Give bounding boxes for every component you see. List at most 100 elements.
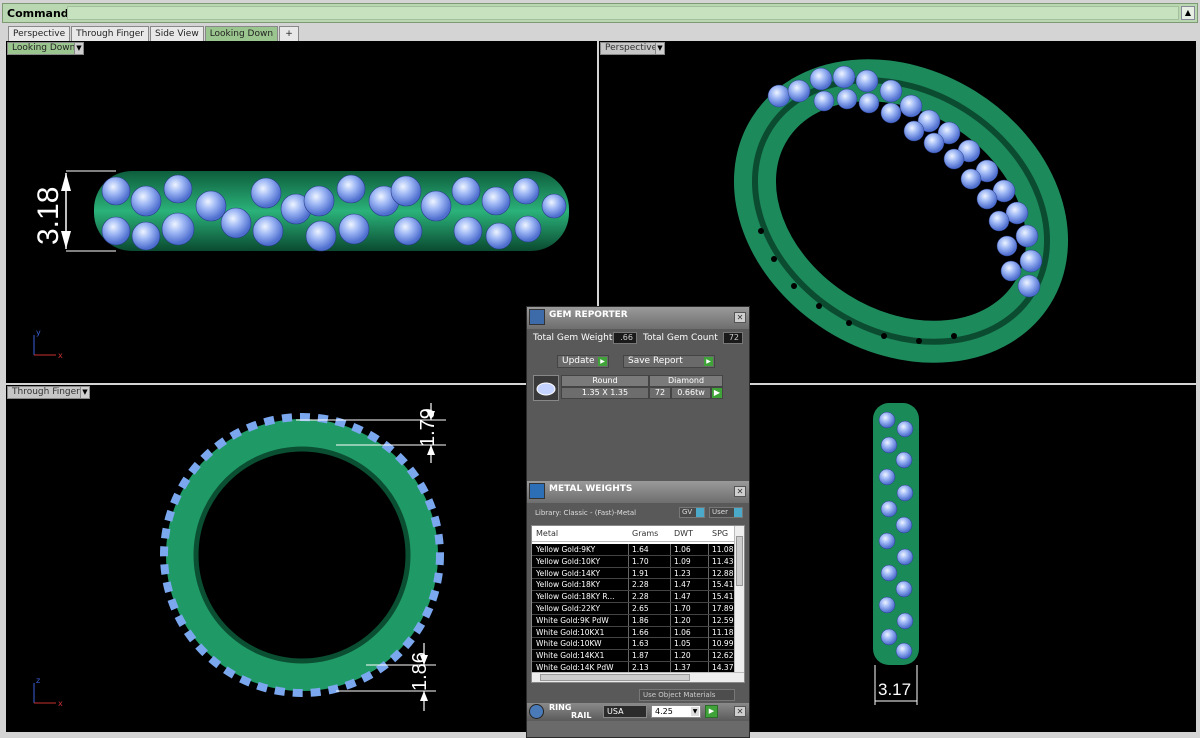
- axis-gizmo: z x: [33, 676, 63, 708]
- total-gem-weight-value: .66: [613, 332, 637, 344]
- table-cell: 1.47: [674, 580, 691, 590]
- table-cell: 1.20: [674, 615, 691, 625]
- viewport-label-looking-down[interactable]: Looking Down: [7, 42, 81, 55]
- flask-icon: [529, 483, 545, 499]
- table-cell: 1.23: [674, 568, 691, 578]
- viewport-through-finger[interactable]: 1.79 1.86 z x Through Finger ▼: [6, 385, 597, 732]
- table-cell: 11.08: [712, 545, 734, 554]
- viewport-menu-icon[interactable]: ▼: [74, 42, 84, 55]
- round-gem-icon: [533, 375, 559, 401]
- table-cell: 11.43: [712, 556, 734, 566]
- gem-entry: Round Diamond 1.35 X 1.35 72 0.66tw ▶: [533, 375, 745, 401]
- table-cell: Yellow Gold:10KY: [536, 556, 601, 566]
- table-cell: Yellow Gold:14KY: [536, 568, 601, 578]
- gem-material: Diamond: [649, 375, 723, 387]
- ring-top-view: 3.18 y x: [32, 170, 569, 360]
- table-cell: 12.88: [712, 568, 734, 578]
- table-cell: 1.91: [632, 568, 649, 578]
- close-icon[interactable]: ✕: [734, 486, 746, 497]
- metal-weights-title: METAL WEIGHTS: [549, 484, 633, 494]
- table-cell: 1.06: [674, 545, 691, 554]
- table-row[interactable]: Yellow Gold:18KY R... 2.28 1.47 15.41: [532, 591, 734, 603]
- table-cell: White Gold:9K PdW: [536, 615, 609, 625]
- gem-count: 72: [649, 387, 671, 399]
- metal-weights-table: Metal Grams DWT SPG Yellow Gold:9KY 1.64 1…: [531, 525, 745, 683]
- save-report-button[interactable]: Save Report ▶: [623, 355, 715, 368]
- viewport-label-through-finger[interactable]: Through Finger: [7, 386, 85, 399]
- app-window: Command: ▲ Perspective Through Finger Si…: [0, 0, 1200, 738]
- size-standard-select[interactable]: USA: [603, 705, 647, 718]
- close-icon[interactable]: ✕: [734, 312, 746, 323]
- table-row[interactable]: White Gold:14KX1 1.87 1.20 12.62: [532, 650, 734, 662]
- viewport-label-perspective[interactable]: Perspective: [600, 42, 663, 55]
- command-bar: Command: ▲: [2, 3, 1198, 23]
- table-cell: White Gold:14KX1: [536, 651, 605, 661]
- gem-reporter-header[interactable]: GEM REPORTER ✕: [527, 307, 749, 329]
- table-cell: 1.64: [632, 545, 649, 554]
- viewport-menu-icon[interactable]: ▼: [80, 386, 90, 399]
- table-header: Metal Grams DWT SPG: [532, 526, 744, 542]
- table-row[interactable]: Yellow Gold:14KY 1.91 1.23 12.88: [532, 567, 734, 580]
- metal-weights-header[interactable]: METAL WEIGHTS ✕: [527, 481, 749, 503]
- table-cell: 1.70: [632, 556, 649, 566]
- table-cell: Yellow Gold:22KY: [536, 603, 601, 613]
- tab-perspective[interactable]: Perspective: [8, 26, 71, 41]
- svg-text:z: z: [36, 676, 40, 685]
- table-cell: 10.99: [712, 639, 734, 649]
- table-cell: 1.47: [674, 592, 691, 602]
- axis-gizmo: y x: [33, 328, 63, 360]
- viewport-menu-icon[interactable]: ▼: [655, 42, 665, 55]
- command-scroll-icon[interactable]: ▲: [1181, 6, 1195, 20]
- tab-through-finger[interactable]: Through Finger: [71, 26, 149, 41]
- gem-size: 1.35 X 1.35: [561, 387, 649, 399]
- ring-rail-title-2: RAIL: [571, 711, 592, 720]
- gem-reporter-icon: [529, 309, 545, 325]
- ring-icon: [529, 704, 544, 719]
- dimension-3-17: 3.17: [878, 680, 911, 699]
- horizontal-scrollbar[interactable]: [532, 672, 744, 682]
- table-row[interactable]: White Gold:9K PdW 1.86 1.20 12.59: [532, 614, 734, 627]
- table-cell: 1.87: [632, 651, 649, 661]
- user-toggle[interactable]: User: [709, 507, 743, 518]
- svg-text:x: x: [58, 699, 63, 708]
- table-row[interactable]: White Gold:10KX1 1.66 1.06 11.18: [532, 626, 734, 639]
- ring-size-select[interactable]: 4.25 ▼: [651, 705, 701, 718]
- table-cell: 1.86: [632, 615, 649, 625]
- table-cell: 2.28: [632, 580, 649, 590]
- table-row[interactable]: Yellow Gold:10KY 1.70 1.09 11.43: [532, 555, 734, 568]
- gem-reporter-panel: GEM REPORTER ✕ Total Gem Weight .66 Tota…: [526, 306, 750, 738]
- table-cell: 2.65: [632, 603, 649, 613]
- ring-front-view: 1.79 1.86 z x: [33, 403, 446, 711]
- table-cell: 1.70: [674, 603, 691, 613]
- close-icon[interactable]: ✕: [734, 706, 746, 717]
- table-cell: Yellow Gold:18KY: [536, 580, 601, 590]
- table-cell: 1.06: [674, 627, 691, 637]
- command-input[interactable]: [67, 6, 1179, 20]
- gem-go-icon[interactable]: ▶: [711, 387, 723, 399]
- vertical-scrollbar[interactable]: [734, 526, 744, 672]
- viewport-tabs: Perspective Through Finger Side View Loo…: [8, 26, 300, 42]
- table-row[interactable]: Yellow Gold:22KY 2.65 1.70 17.89: [532, 602, 734, 615]
- viewport-looking-down[interactable]: 3.18 y x Looking Down ▼: [6, 41, 597, 383]
- gv-toggle[interactable]: GV: [679, 507, 705, 518]
- svg-text:y: y: [36, 328, 41, 337]
- table-row[interactable]: White Gold:10KW 1.63 1.05 10.99: [532, 638, 734, 651]
- update-button[interactable]: Update ▶: [557, 355, 609, 368]
- table-cell: Yellow Gold:9KY: [536, 545, 596, 554]
- table-row[interactable]: Yellow Gold:18KY 2.28 1.47 15.41: [532, 579, 734, 592]
- tab-side-view[interactable]: Side View: [150, 26, 204, 41]
- table-cell: 15.41: [712, 592, 734, 602]
- table-row[interactable]: Yellow Gold:9KY 1.64 1.06 11.08: [532, 544, 734, 556]
- panel-footer: [527, 721, 749, 737]
- add-tab-icon[interactable]: +: [279, 26, 300, 41]
- tab-looking-down[interactable]: Looking Down: [204, 26, 279, 41]
- dimension-1-79: 1.79: [417, 408, 439, 447]
- apply-size-button[interactable]: ▶: [705, 705, 718, 718]
- gem-weight: 0.66tw: [671, 387, 711, 399]
- total-gem-weight-label: Total Gem Weight: [533, 333, 613, 343]
- gem-reporter-title: GEM REPORTER: [549, 310, 628, 320]
- library-label: Library: Classic - (Fast)-Metal: [535, 509, 637, 517]
- table-cell: White Gold:10KW: [536, 639, 602, 649]
- table-cell: 2.28: [632, 592, 649, 602]
- use-object-materials-toggle[interactable]: Use Object Materials: [639, 689, 735, 701]
